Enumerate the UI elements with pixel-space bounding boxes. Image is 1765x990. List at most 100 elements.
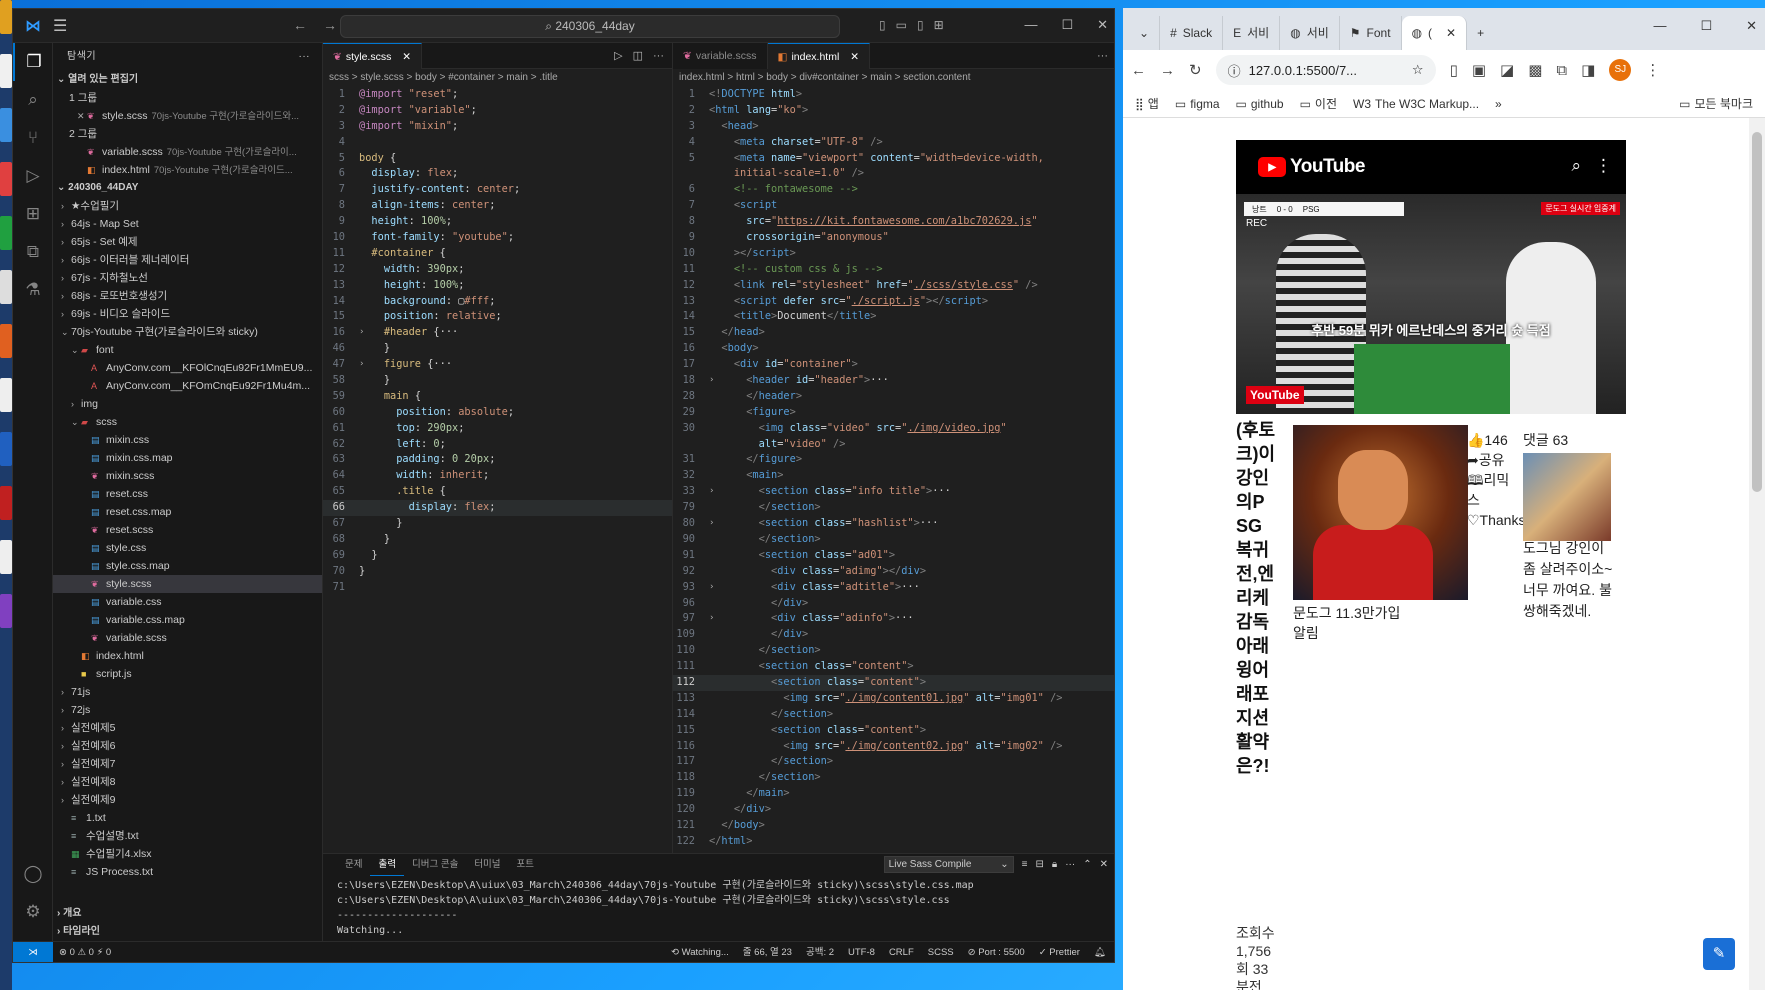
scrollbar-thumb[interactable]: [1752, 132, 1762, 492]
code-line[interactable]: 16 › #header {···: [323, 325, 672, 341]
reload-icon[interactable]: ↻: [1189, 61, 1202, 79]
code-line[interactable]: 68 }: [323, 532, 672, 548]
code-line[interactable]: 91 <section class="ad01">: [673, 548, 1114, 564]
tree-file[interactable]: ▤ reset.css.map: [53, 503, 322, 521]
tree-file[interactable]: ▤ variable.css.map: [53, 611, 322, 629]
code-line[interactable]: 70}: [323, 564, 672, 580]
fold-chevron-icon[interactable]: ›: [709, 611, 714, 627]
close-icon[interactable]: ✕: [77, 107, 87, 125]
fold-chevron-icon[interactable]: ›: [709, 373, 714, 389]
code-line[interactable]: 115 <section class="content">: [673, 723, 1114, 739]
code-line[interactable]: 80 › <section class="hashlist">···: [673, 516, 1114, 532]
code-line[interactable]: 112 <section class="content">: [673, 674, 1114, 691]
tree-folder[interactable]: ⌄ ▰ font: [53, 341, 322, 359]
tree-folder[interactable]: › 66js - 이터러블 제너레이터: [53, 251, 322, 269]
fold-chevron-icon[interactable]: ›: [709, 484, 714, 500]
code-line[interactable]: 120 </div>: [673, 802, 1114, 818]
panel-tab[interactable]: 출력: [370, 854, 404, 876]
tree-file[interactable]: ≡ JS Process.txt: [53, 863, 322, 881]
toggle-secondary-icon[interactable]: ▯: [917, 18, 924, 32]
breadcrumb[interactable]: scss > style.scss > body > #container > …: [323, 69, 672, 87]
more-vertical-icon[interactable]: ⋮: [1595, 156, 1612, 176]
code-line[interactable]: 61 top: 290px;: [323, 421, 672, 437]
list-icon[interactable]: ≡: [1022, 854, 1028, 876]
maximize-button[interactable]: ☐: [1700, 18, 1712, 34]
code-line[interactable]: 119 </main>: [673, 786, 1114, 802]
code-area-scss[interactable]: 1 @import "reset"; 2 @import "variable"; 3 @i…: [323, 87, 672, 596]
output-channel-select[interactable]: Live Sass Compile ⌄: [883, 856, 1014, 873]
clear-output-icon[interactable]: ⊟: [1036, 854, 1044, 876]
bookmark-item[interactable]: ▭ github: [1236, 97, 1284, 111]
tree-folder[interactable]: › 72js: [53, 701, 322, 719]
code-line[interactable]: alt="video" />: [673, 437, 1114, 453]
tree-file[interactable]: ≡ 수업설명.txt: [53, 827, 322, 845]
close-icon[interactable]: ✕: [402, 51, 411, 63]
code-line[interactable]: 66 display: flex;: [323, 500, 672, 517]
code-line[interactable]: 9 crossorigin="anonymous": [673, 230, 1114, 246]
code-line[interactable]: 116 <img src="./img/content02.jpg" alt="…: [673, 739, 1114, 755]
ad-info[interactable]: 👍146 ➦공유 🕮리믹스 ♡Thanks: [1467, 430, 1525, 530]
testing-icon[interactable]: ⚗: [13, 271, 53, 309]
code-line[interactable]: 64 width: inherit;: [323, 468, 672, 484]
breadcrumb[interactable]: index.html > html > body > div#container…: [673, 69, 1114, 87]
code-line[interactable]: 12 width: 390px;: [323, 262, 672, 278]
browser-tab[interactable]: ◍ (✕: [1401, 16, 1468, 50]
notifications-icon[interactable]: 🔔︎: [1094, 942, 1106, 962]
page-scrollbar[interactable]: [1749, 118, 1765, 990]
tree-file[interactable]: ▤ style.css: [53, 539, 322, 557]
tree-file[interactable]: A AnyConv.com__KFOmCnqEu92Fr1Mu4m...: [53, 377, 322, 395]
minimize-button[interactable]: —: [1653, 18, 1666, 34]
bookmark-item[interactable]: ⣿ 앱: [1135, 95, 1159, 112]
browser-tab[interactable]: # Slack: [1160, 16, 1224, 50]
side-panel-icon[interactable]: ◨: [1581, 61, 1595, 79]
code-line[interactable]: 1 <!DOCTYPE html>: [673, 87, 1114, 103]
account-icon[interactable]: ◯: [13, 855, 53, 893]
extension-icon[interactable]: ▩: [1528, 61, 1542, 79]
code-line[interactable]: 9 height: 100%;: [323, 214, 672, 230]
open-editors-header[interactable]: ⌄ 열려 있는 편집기: [53, 71, 322, 89]
code-line[interactable]: 33 › <section class="info title">···: [673, 484, 1114, 500]
remote-explorer-icon[interactable]: ⧉: [13, 233, 53, 271]
tree-file[interactable]: ❦ style.scss: [53, 575, 322, 593]
explorer-icon[interactable]: ❐: [13, 43, 53, 81]
tree-folder[interactable]: › 65js - Set 예제: [53, 233, 322, 251]
command-center-search[interactable]: ⌕ 240306_44day: [340, 15, 840, 38]
tree-folder[interactable]: › 실전예제9: [53, 791, 322, 809]
bookmark-star-icon[interactable]: ☆: [1412, 62, 1424, 78]
code-line[interactable]: 71: [323, 580, 672, 596]
source-control-icon[interactable]: ⑂: [13, 119, 53, 157]
tree-folder[interactable]: › 64js - Map Set: [53, 215, 322, 233]
video-thumbnail[interactable]: 낭트 0 - 0 PSG REC 문도그 실시간 입중계 후반 59분 뮈카 에르난…: [1236, 194, 1626, 414]
code-line[interactable]: 2 @import "variable";: [323, 103, 672, 119]
forward-arrow-icon[interactable]: →: [323, 17, 337, 33]
panel-tab[interactable]: 터미널: [466, 854, 508, 876]
code-line[interactable]: 65 .title {: [323, 484, 672, 500]
code-line[interactable]: 17 <div id="container">: [673, 357, 1114, 373]
open-editor-item[interactable]: ◧ index.html 70js-Youtube 구현(가로슬라이드...: [53, 161, 322, 179]
code-line[interactable]: 13 height: 100%;: [323, 278, 672, 294]
prettier-status[interactable]: ✓ Prettier: [1039, 942, 1080, 962]
code-line[interactable]: 7 <script: [673, 198, 1114, 214]
code-line[interactable]: 7 justify-content: center;: [323, 182, 672, 198]
browser-tab[interactable]: ◍ 서비: [1280, 16, 1340, 50]
code-line[interactable]: 31 </figure>: [673, 452, 1114, 468]
toggle-sidebar-icon[interactable]: ▯: [879, 18, 886, 32]
code-line[interactable]: 14 background: ▢#fff;: [323, 294, 672, 310]
tree-folder[interactable]: › ★수업필기: [53, 197, 322, 215]
ad-title[interactable]: 문도그 11.3만가입 알림: [1293, 603, 1413, 643]
tree-file[interactable]: ▤ mixin.css.map: [53, 449, 322, 467]
tree-folder[interactable]: › 실전예제6: [53, 737, 322, 755]
tree-file[interactable]: ▤ mixin.css: [53, 431, 322, 449]
more-menu-icon[interactable]: ⋮: [1645, 61, 1660, 79]
code-line[interactable]: 121 </body>: [673, 818, 1114, 834]
run-debug-icon[interactable]: ▷: [13, 157, 53, 195]
bookmark-item[interactable]: ▭ 이전: [1300, 95, 1337, 112]
code-line[interactable]: 32 <main>: [673, 468, 1114, 484]
tree-folder[interactable]: › 71js: [53, 683, 322, 701]
close-button[interactable]: ✕: [1746, 18, 1757, 34]
code-line[interactable]: 14 <title>Document</title>: [673, 309, 1114, 325]
code-line[interactable]: 15 </head>: [673, 325, 1114, 341]
code-line[interactable]: 110 </section>: [673, 643, 1114, 659]
outline-header[interactable]: › 개요: [53, 905, 322, 923]
fold-chevron-icon[interactable]: ›: [709, 516, 714, 532]
